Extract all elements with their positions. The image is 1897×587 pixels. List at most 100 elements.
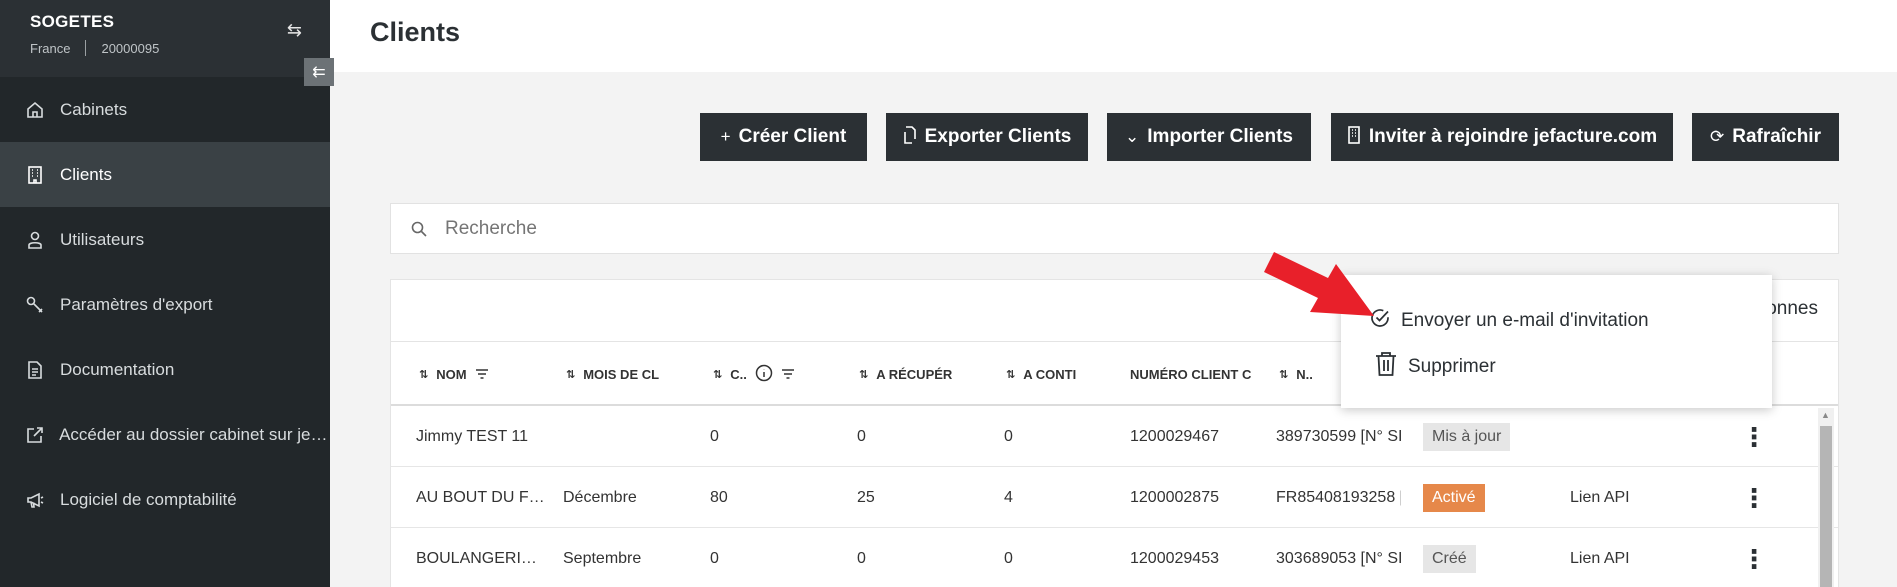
cell-numero-client: 1200002875 <box>1130 488 1219 506</box>
collapse-sidebar-icon[interactable]: ⇇ <box>304 58 334 86</box>
cell-lien[interactable]: Lien API <box>1570 528 1630 587</box>
more-vertical-icon[interactable]: ⋮ <box>1741 424 1767 450</box>
column-label: MOIS DE CL <box>583 366 660 382</box>
sort-icon[interactable]: ⇅ <box>419 368 428 381</box>
search-bar <box>390 203 1839 254</box>
table-scrollbar[interactable]: ▲ <box>1818 408 1834 587</box>
columns-button[interactable]: onnes <box>1766 298 1818 320</box>
sidebar-item-clients[interactable]: Clients <box>0 142 330 207</box>
import-clients-button[interactable]: ⌄ Importer Clients <box>1107 113 1311 161</box>
divider <box>85 40 87 56</box>
sidebar-item-label: Paramètres d'export <box>60 294 213 314</box>
delete-menu-item[interactable]: Supprimer <box>1374 351 1496 383</box>
row-actions: ⋮ <box>1741 467 1767 528</box>
sort-icon[interactable]: ⇅ <box>1279 368 1288 381</box>
scroll-thumb[interactable] <box>1820 426 1832 587</box>
sort-icon[interactable]: ⇅ <box>1006 368 1015 381</box>
sidebar-item-parametres-export[interactable]: Paramètres d'export <box>0 272 330 337</box>
cell-c: 0 <box>710 549 719 567</box>
send-invite-menu-item[interactable]: Envoyer un e-mail d'invitation <box>1369 307 1649 335</box>
org-meta: France 20000095 <box>30 40 330 56</box>
page-header: Clients <box>330 0 1897 72</box>
cell-c: 80 <box>710 488 728 506</box>
sidebar-item-logiciel-comptabilite[interactable]: Logiciel de comptabilité <box>0 467 330 532</box>
row-actions: ⋮ <box>1741 528 1767 587</box>
plus-icon: + <box>720 127 731 146</box>
sidebar-item-utilisateurs[interactable]: Utilisateurs <box>0 207 330 272</box>
sort-icon[interactable]: ⇅ <box>713 368 722 381</box>
sort-icon[interactable]: ⇅ <box>859 368 868 381</box>
annotation-arrow-icon <box>1264 252 1374 316</box>
page-title: Clients <box>370 17 461 47</box>
invite-button[interactable]: Inviter à rejoindre jefacture.com <box>1331 113 1673 161</box>
cell-a-conti: 0 <box>1004 427 1013 445</box>
column-label: NUMÉRO CLIENT C <box>1130 366 1252 382</box>
cell-nom: BOULANGERI… <box>416 549 537 567</box>
cell-nom: Jimmy TEST 11 <box>416 427 529 445</box>
row-actions: ⋮ <box>1741 406 1767 467</box>
column-header-nom[interactable]: ⇅ NOM <box>419 342 549 406</box>
chevron-down-icon: ⌄ <box>1125 127 1140 146</box>
cell-a-recuperer: 0 <box>857 549 866 567</box>
refresh-button[interactable]: ⟳ Rafraîchir <box>1692 113 1839 161</box>
status-cell: Mis à jour <box>1423 406 1511 467</box>
delete-label: Supprimer <box>1408 356 1496 377</box>
create-client-button[interactable]: + Créer Client <box>700 113 867 161</box>
status-badge: Créé <box>1423 544 1476 573</box>
column-header-a-conti[interactable]: ⇅ A CONTI <box>1006 342 1106 406</box>
building-icon <box>1347 125 1361 149</box>
scroll-up-icon[interactable]: ▲ <box>1821 410 1830 420</box>
org-code: 20000095 <box>101 40 160 56</box>
more-vertical-icon[interactable]: ⋮ <box>1741 546 1767 572</box>
cell-c: 0 <box>710 427 719 445</box>
table-row[interactable]: AU BOUT DU F… Décembre 80 25 4 120000287… <box>391 467 1838 528</box>
status-badge: Mis à jour <box>1423 422 1511 451</box>
document-icon <box>24 359 46 381</box>
cell-mois: Décembre <box>563 488 637 506</box>
invite-label: Inviter à rejoindre jefacture.com <box>1368 126 1658 147</box>
cell-numero-client: 1200029453 <box>1130 549 1219 567</box>
row-context-menu: Envoyer un e-mail d'invitation Supprimer <box>1341 275 1772 408</box>
search-input[interactable] <box>445 217 1745 240</box>
column-label: A RÉCUPÉR <box>876 366 953 382</box>
more-vertical-icon[interactable]: ⋮ <box>1741 485 1767 511</box>
column-label: NOM <box>436 366 467 382</box>
user-icon <box>24 229 46 251</box>
org-country: France <box>30 40 71 56</box>
sidebar-item-label: Cabinets <box>60 99 128 119</box>
cell-mois: Septembre <box>563 549 642 567</box>
external-link-icon <box>24 424 45 446</box>
create-client-label: Créer Client <box>738 126 847 147</box>
column-header-mois[interactable]: ⇅ MOIS DE CL <box>566 342 691 406</box>
import-clients-label: Importer Clients <box>1147 126 1293 147</box>
trash-icon <box>1374 351 1398 383</box>
cell-mois <box>563 406 703 467</box>
table-row[interactable]: Jimmy TEST 11 0 0 0 1200029467 389730599… <box>391 406 1838 467</box>
org-header: SOGETES France 20000095 ⇆ <box>0 0 330 77</box>
table-row[interactable]: BOULANGERI… Septembre 0 0 0 1200029453 3… <box>391 528 1838 587</box>
wrench-icon <box>24 294 46 316</box>
column-header-numero-client[interactable]: NUMÉRO CLIENT C <box>1130 342 1265 406</box>
filter-icon[interactable] <box>475 367 489 382</box>
cell-n: 389730599 [N° SI <box>1276 427 1401 445</box>
refresh-label: Rafraîchir <box>1732 126 1821 147</box>
sidebar-item-label: Accéder au dossier cabinet sur jefa… <box>59 424 330 444</box>
sidebar-item-documentation[interactable]: Documentation <box>0 337 330 402</box>
cell-a-recuperer: 0 <box>857 427 866 445</box>
cell-a-conti: 4 <box>1004 488 1013 506</box>
megaphone-icon <box>24 489 46 511</box>
sort-icon[interactable]: ⇅ <box>566 368 575 381</box>
sidebar-item-label: Clients <box>60 164 112 184</box>
column-header-c[interactable]: ⇅ C.. <box>713 342 838 406</box>
info-icon[interactable] <box>755 364 773 385</box>
filter-icon[interactable] <box>781 367 795 382</box>
sidebar-item-cabinets[interactable]: Cabinets <box>0 77 330 142</box>
column-label: A CONTI <box>1023 366 1077 382</box>
column-label: C.. <box>730 366 747 382</box>
sidebar-item-dossier-cabinet[interactable]: Accéder au dossier cabinet sur jefa… <box>0 402 330 467</box>
export-clients-button[interactable]: Exporter Clients <box>886 113 1088 161</box>
cell-lien[interactable]: Lien API <box>1570 467 1630 528</box>
column-header-a-recuperer[interactable]: ⇅ A RÉCUPÉR <box>859 342 984 406</box>
sidebar-item-label: Logiciel de comptabilité <box>60 489 237 509</box>
switch-org-icon[interactable]: ⇆ <box>287 20 302 41</box>
